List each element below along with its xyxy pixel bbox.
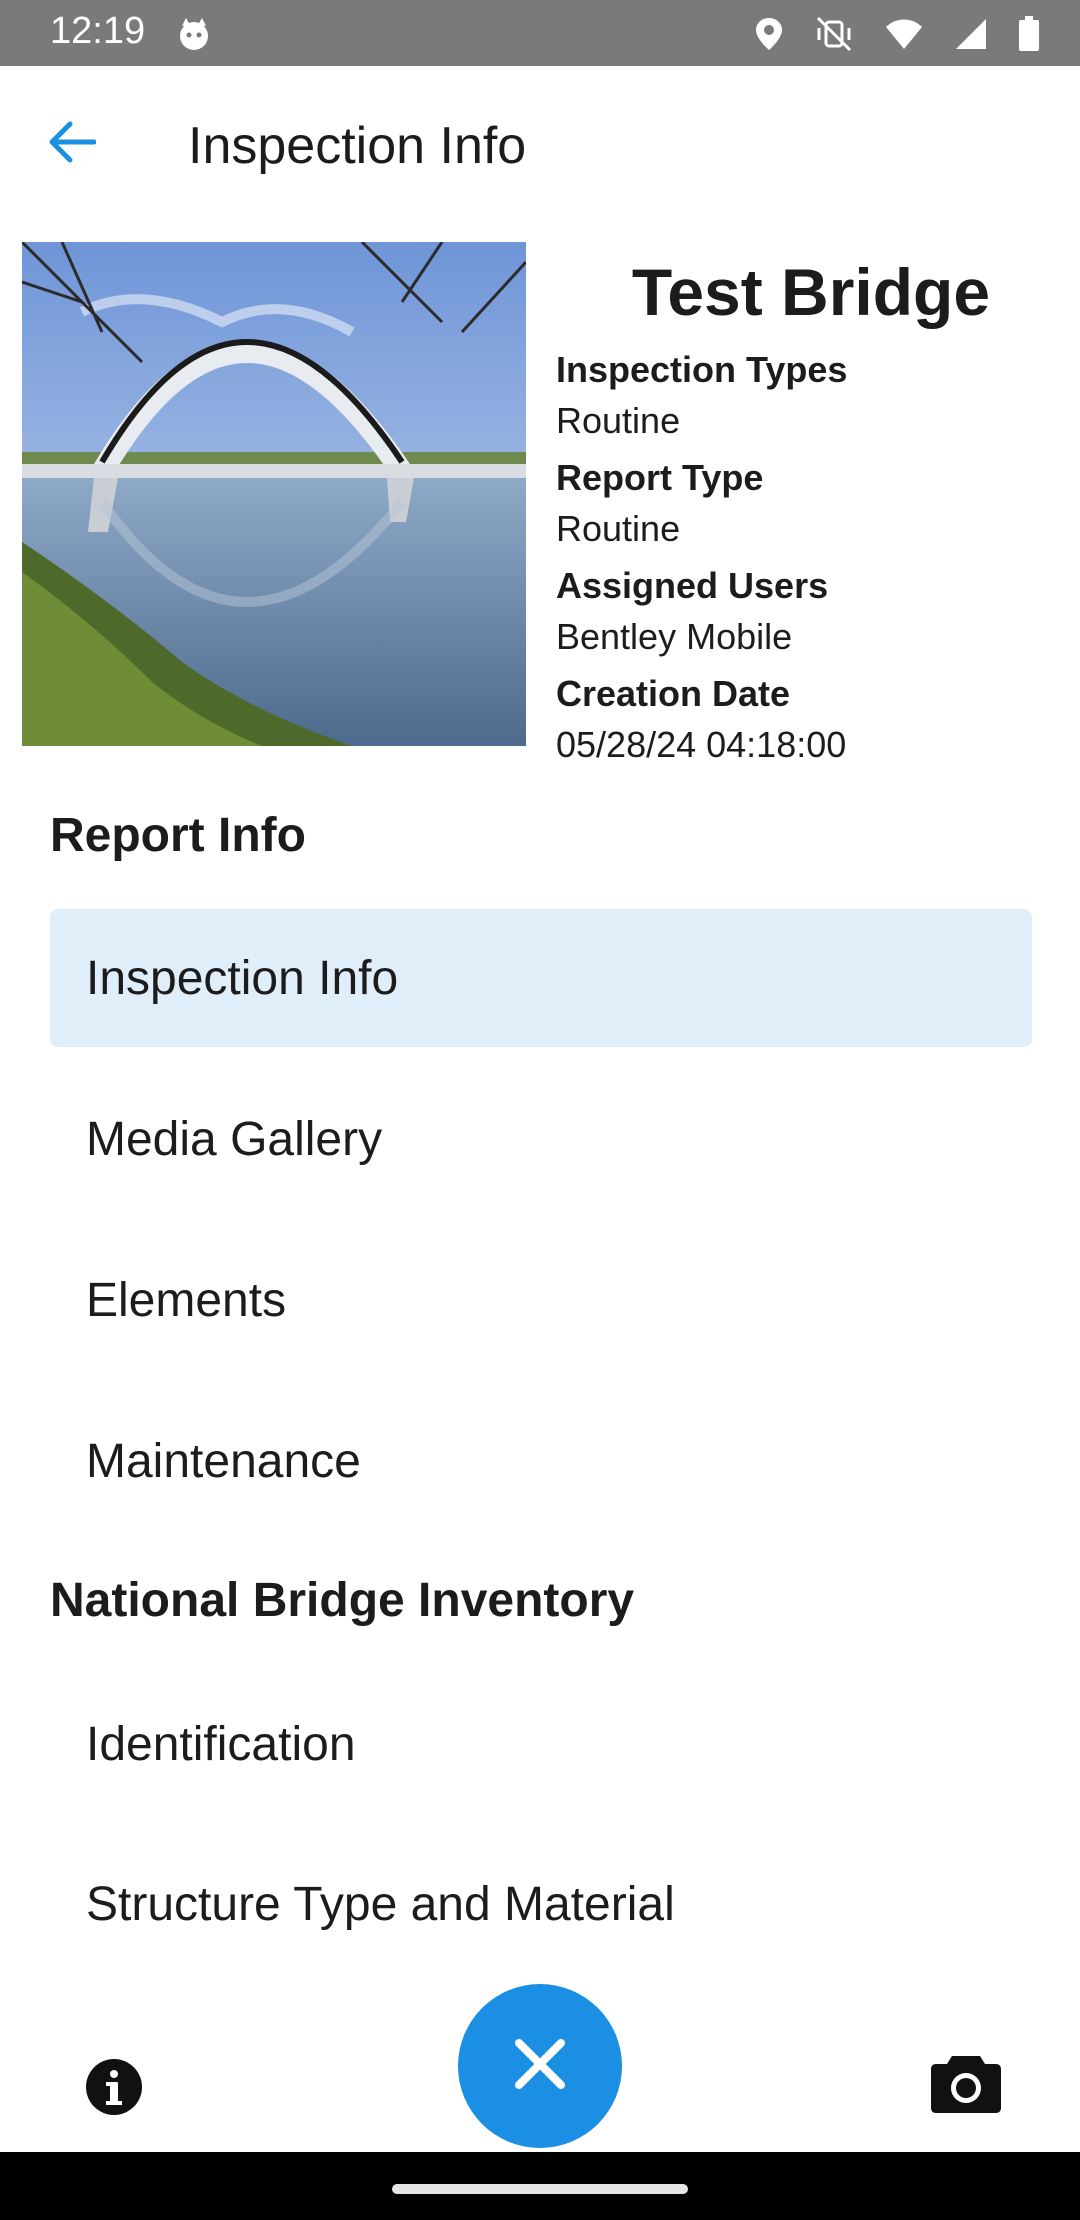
arrow-back-icon bbox=[48, 120, 97, 169]
nav-item-elements[interactable]: Elements bbox=[50, 1231, 1032, 1369]
nav-item-maintenance[interactable]: Maintenance bbox=[50, 1392, 1032, 1530]
nav-item-label: Inspection Info bbox=[86, 951, 399, 1005]
camera-icon bbox=[930, 2052, 1002, 2119]
nav-item-structure-type-and-material[interactable]: Structure Type and Material bbox=[50, 1835, 1032, 1973]
bridge-photo[interactable] bbox=[22, 242, 526, 746]
assigned-users-label: Assigned Users bbox=[556, 565, 829, 606]
status-time: 12:19 bbox=[50, 10, 146, 52]
inspection-types-value: Routine bbox=[556, 400, 681, 441]
signal-icon bbox=[954, 17, 988, 51]
page-title: Inspection Info bbox=[188, 117, 527, 175]
close-fab-button[interactable] bbox=[458, 1984, 622, 2148]
creation-date-value: 05/28/24 04:18:00 bbox=[556, 724, 847, 765]
info-icon bbox=[85, 2058, 143, 2121]
home-gesture-handle[interactable] bbox=[392, 2184, 688, 2194]
section-title-report-info: Report Info bbox=[50, 809, 306, 862]
creation-date-label: Creation Date bbox=[556, 673, 791, 714]
info-button[interactable] bbox=[76, 2056, 152, 2122]
app-bar: Inspection Info bbox=[0, 66, 1080, 226]
nav-item-media-gallery[interactable]: Media Gallery bbox=[50, 1070, 1032, 1208]
nav-item-label: Media Gallery bbox=[86, 1112, 383, 1166]
nav-item-label: Identification bbox=[86, 1717, 356, 1771]
cat-app-icon bbox=[176, 16, 212, 52]
asset-details: Test Bridge Inspection Types Routine Rep… bbox=[556, 250, 1066, 776]
vibrate-off-icon bbox=[814, 16, 854, 52]
report-type-label: Report Type bbox=[556, 457, 764, 498]
nav-item-label: Maintenance bbox=[86, 1434, 361, 1488]
wifi-icon bbox=[884, 17, 924, 51]
inspection-types-label: Inspection Types bbox=[556, 349, 848, 390]
battery-icon bbox=[1018, 16, 1040, 52]
section-title-national-bridge-inventory: National Bridge Inventory bbox=[50, 1574, 635, 1627]
nav-item-identification[interactable]: Identification bbox=[50, 1675, 1032, 1813]
asset-name: Test Bridge bbox=[631, 255, 991, 329]
nav-item-inspection-info[interactable]: Inspection Info bbox=[50, 909, 1032, 1047]
assigned-users-value: Bentley Mobile bbox=[556, 616, 793, 657]
status-bar: 12:19 bbox=[0, 0, 1080, 66]
report-type-value: Routine bbox=[556, 508, 681, 549]
nav-item-label: Elements bbox=[86, 1273, 287, 1327]
close-icon bbox=[513, 2037, 567, 2096]
back-button[interactable] bbox=[40, 112, 104, 176]
status-icons bbox=[754, 12, 1040, 56]
location-icon bbox=[754, 16, 784, 52]
camera-button[interactable] bbox=[926, 2050, 1006, 2120]
nav-item-label: Structure Type and Material bbox=[86, 1877, 675, 1931]
